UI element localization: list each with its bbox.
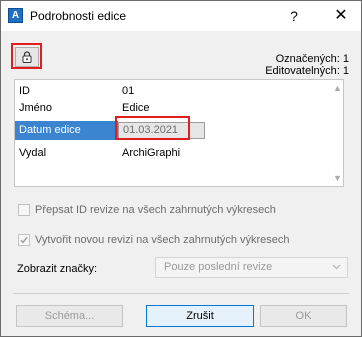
show-marks-label: Zobrazit značky: — [17, 263, 98, 275]
create-revision-checkbox[interactable] — [18, 234, 30, 246]
highlight-box-lock — [11, 43, 42, 69]
title-bar: A Podrobnosti edice ? ✕ — [1, 1, 361, 31]
overwrite-id-label: Přepsat ID revize na všech zahrnutých vý… — [35, 204, 276, 216]
schema-button[interactable]: Schéma... — [16, 305, 123, 327]
chevron-down-icon — [332, 264, 341, 270]
checkmark-icon — [20, 236, 28, 244]
close-button[interactable]: ✕ — [329, 6, 353, 26]
show-marks-value: Pouze poslední revize — [164, 261, 273, 273]
scroll-down-icon[interactable]: ▼ — [333, 173, 342, 183]
table-row[interactable]: Vydal ArchiGraphi — [15, 144, 329, 163]
row-value: 01 — [122, 85, 135, 97]
row-key: Jméno — [19, 102, 53, 114]
cancel-button[interactable]: Zrušit — [146, 305, 254, 327]
help-button[interactable]: ? — [282, 6, 306, 26]
create-revision-label: Vytvořit novou revizi na všech zahrnutýc… — [35, 234, 290, 246]
app-icon: A — [8, 8, 23, 23]
row-value: Edice — [122, 102, 150, 114]
ok-button[interactable]: OK — [260, 305, 347, 327]
separator — [13, 293, 349, 294]
revision-details-dialog: A Podrobnosti edice ? ✕ Označených: 1 Ed… — [0, 0, 362, 337]
window-title: Podrobnosti edice — [30, 9, 127, 23]
show-marks-select[interactable]: Pouze poslední revize — [155, 257, 348, 278]
highlight-box-date — [115, 116, 190, 140]
scroll-up-icon[interactable]: ▲ — [333, 83, 342, 93]
row-key: ID — [19, 85, 30, 97]
row-key: Datum edice — [19, 124, 81, 136]
row-key: Vydal — [19, 147, 47, 159]
overwrite-id-checkbox[interactable] — [18, 204, 30, 216]
row-value: ArchiGraphi — [122, 147, 181, 159]
selection-counts: Označených: 1 Editovatelných: 1 — [265, 53, 349, 77]
